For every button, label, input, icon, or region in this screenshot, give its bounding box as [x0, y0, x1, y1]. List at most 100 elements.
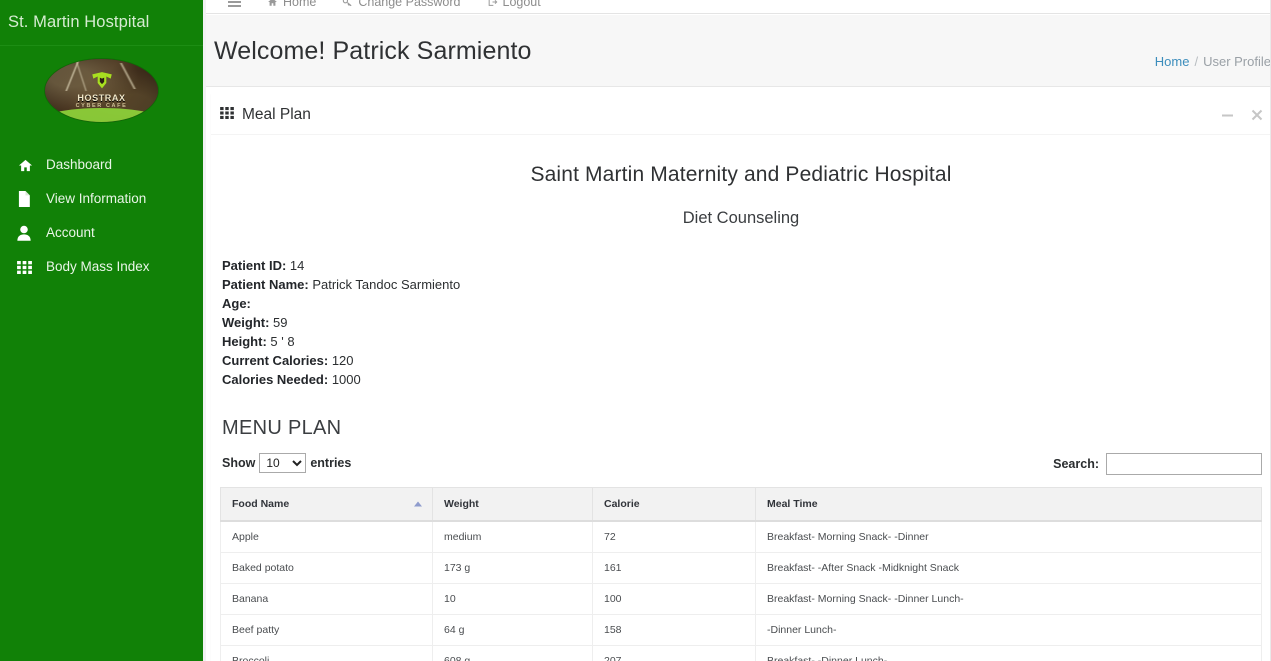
field-label: Patient ID: — [222, 258, 287, 273]
table-row: Beef patty 64 g 158 -Dinner Lunch- — [220, 614, 1262, 646]
breadcrumb-current: User Profile — [1203, 54, 1271, 69]
cell-weight: 608 g — [432, 645, 593, 661]
column-header-food-name[interactable]: Food Name — [220, 487, 433, 522]
panel-title: Meal Plan — [220, 106, 311, 124]
entries-label: entries — [310, 456, 352, 470]
logo: HOSTRAX CYBER CAFE — [45, 59, 158, 122]
table-search-control: Search: — [1053, 453, 1262, 475]
sidebar-item-body-mass-index[interactable]: Body Mass Index — [0, 250, 203, 284]
document-subtitle: Diet Counseling — [682, 209, 800, 227]
page-header: Welcome! Patrick Sarmiento Home / User Pro… — [203, 15, 1271, 87]
column-header-weight[interactable]: Weight — [432, 487, 593, 522]
field-value: Patrick Tandoc Sarmiento — [312, 277, 461, 292]
patient-info-row: Current Calories: 120 — [222, 351, 1262, 370]
file-icon — [17, 191, 37, 207]
panel-header: Meal Plan — [211, 96, 1271, 135]
logo-streak-right — [110, 63, 150, 89]
field-label: Current Calories: — [222, 353, 329, 368]
topnav-item-logout[interactable]: Logout — [474, 0, 554, 9]
patient-info-row: Weight: 59 — [222, 313, 1262, 332]
user-icon — [17, 225, 37, 241]
cell-food-name: Apple — [220, 520, 433, 553]
show-label: Show — [222, 456, 256, 470]
cell-weight: medium — [432, 520, 593, 553]
patient-info-row: Age: — [222, 294, 1262, 313]
panel-body: Saint Martin Maternity and Pediatric Hos… — [211, 135, 1271, 661]
cell-meal-time: Breakfast- -Dinner Lunch- — [755, 645, 1262, 661]
entries-length-control: Show 102550100 entries — [222, 453, 351, 473]
grid-icon — [17, 259, 37, 275]
cell-weight: 10 — [432, 583, 593, 615]
sidebar-item-label: Account — [46, 225, 95, 241]
table-body: Apple medium 72 Breakfast- Morning Snack- -… — [220, 520, 1262, 661]
column-label: Meal Time — [767, 498, 818, 510]
sidebar-nav: Dashboard View Information Account Body … — [0, 148, 203, 284]
hamburger-icon — [228, 0, 241, 7]
cell-calorie: 207 — [592, 645, 756, 661]
cell-meal-time: Breakfast- -After Snack -Midknight Snack — [755, 552, 1262, 584]
logo-arc — [45, 108, 158, 122]
topnav-item-home[interactable]: Home — [254, 0, 329, 9]
topnav-item-menu-toggle[interactable] — [215, 0, 254, 7]
close-icon[interactable] — [1251, 109, 1263, 123]
cell-food-name: Beef patty — [220, 614, 433, 646]
topnav-item-label: Home — [283, 0, 317, 9]
search-label: Search: — [1053, 457, 1099, 471]
column-header-calorie[interactable]: Calorie — [592, 487, 756, 522]
sidebar-item-view-information[interactable]: View Information — [0, 182, 203, 216]
cell-meal-time: -Dinner Lunch- — [755, 614, 1262, 646]
table-head: Food Name Weight Calorie Meal Time — [220, 487, 1262, 522]
cell-calorie: 72 — [592, 520, 756, 553]
minimize-icon[interactable] — [1221, 109, 1234, 123]
table-row: Baked potato 173 g 161 Breakfast- -After Sn… — [220, 552, 1262, 584]
logout-icon — [487, 0, 498, 7]
field-label: Calories Needed: — [222, 372, 329, 387]
field-label: Patient Name: — [222, 277, 309, 292]
field-value: 1000 — [331, 372, 361, 387]
column-header-meal-time[interactable]: Meal Time — [755, 487, 1262, 522]
topnav-item-change-password[interactable]: Change Password — [329, 0, 473, 9]
sort-ascending-icon — [414, 501, 422, 507]
field-value: 120 — [331, 353, 354, 368]
cell-food-name: Baked potato — [220, 552, 433, 584]
table-row: Broccoli 608 g 207 Breakfast- -Dinner Lunch… — [220, 645, 1262, 661]
field-label: Weight: — [222, 315, 270, 330]
patient-info-row: Patient ID: 14 — [222, 256, 1262, 275]
sidebar-edge — [203, 0, 206, 661]
breadcrumb-home-link[interactable]: Home — [1155, 54, 1190, 69]
table-row: Banana 10 100 Breakfast- Morning Snack- -Di… — [220, 583, 1262, 615]
patient-info-row: Patient Name: Patrick Tandoc Sarmiento — [222, 275, 1262, 294]
sidebar-item-label: View Information — [46, 191, 147, 207]
panel-title-label: Meal Plan — [242, 106, 311, 123]
page-title: Welcome! Patrick Sarmiento — [214, 37, 532, 65]
logo-name: HOSTRAX — [77, 93, 126, 103]
breadcrumb-separator: / — [1194, 54, 1199, 69]
sidebar-item-label: Body Mass Index — [46, 259, 150, 275]
panel-tools — [1221, 96, 1263, 135]
table-header-row: Food Name Weight Calorie Meal Time — [220, 487, 1262, 522]
column-label: Food Name — [232, 498, 290, 510]
column-label: Weight — [444, 498, 479, 510]
field-label: Height: — [222, 334, 267, 349]
breadcrumb: Home / User Profile — [1155, 54, 1271, 69]
table-row: Apple medium 72 Breakfast- Morning Snack- -… — [220, 520, 1262, 553]
topnav-item-label: Change Password — [358, 0, 461, 9]
home-icon — [267, 0, 278, 7]
menu-plan-heading: MENU PLAN — [222, 417, 342, 439]
patient-info-row: Height: 5 ' 8 — [222, 332, 1262, 351]
sidebar-item-dashboard[interactable]: Dashboard — [0, 148, 203, 182]
sidebar-brand: St. Martin Hostpital — [0, 0, 203, 46]
sidebar-item-account[interactable]: Account — [0, 216, 203, 250]
patient-info: Patient ID: 14 Patient Name: Patrick Tan… — [220, 256, 1262, 389]
cell-meal-time: Breakfast- Morning Snack- -Dinner Lunch- — [755, 583, 1262, 615]
grid-icon — [220, 106, 234, 124]
field-value: 5 ' 8 — [270, 334, 295, 349]
table-controls: Show 102550100 entries Search: — [220, 449, 1262, 481]
cell-weight: 64 g — [432, 614, 593, 646]
page-length-select[interactable]: 102550100 — [259, 453, 307, 473]
meal-plan-panel: Meal Plan Saint Martin Maternity and Ped… — [211, 93, 1271, 661]
search-input[interactable] — [1106, 453, 1262, 475]
cell-calorie: 100 — [592, 583, 756, 615]
cell-weight: 173 g — [432, 552, 593, 584]
patient-info-row: Calories Needed: 1000 — [222, 370, 1262, 389]
